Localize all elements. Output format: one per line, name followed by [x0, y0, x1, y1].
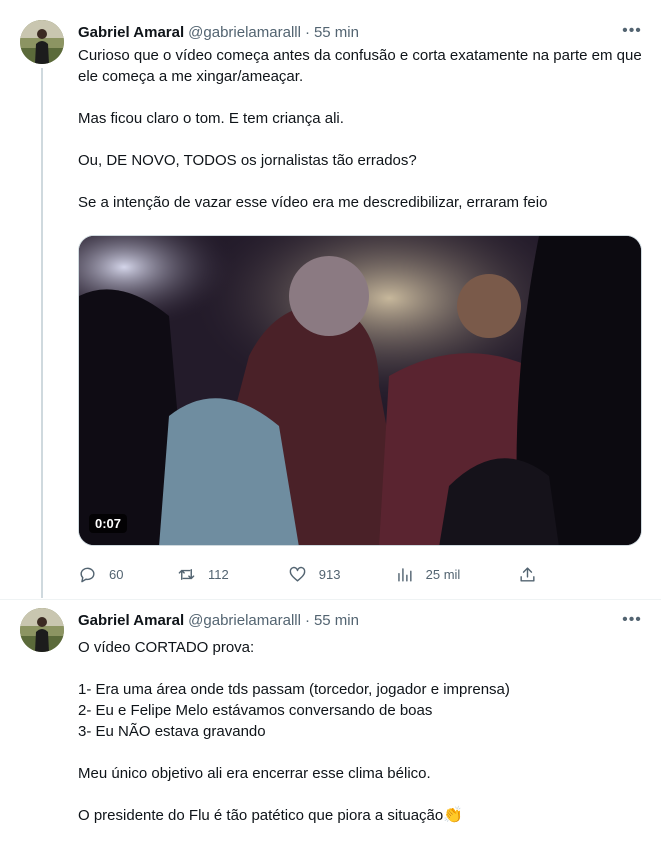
tweet-line: O presidente do Flu é tão patético que p…	[78, 805, 644, 826]
separator: ·	[304, 611, 310, 629]
views-count: 25 mil	[425, 566, 461, 582]
tweet[interactable]: Gabriel Amaral @gabrielamaralll · 55 min…	[0, 0, 661, 600]
author-name[interactable]: Gabriel Amaral	[78, 612, 184, 629]
reply-count: 60	[109, 566, 124, 582]
retweet-icon	[178, 568, 195, 580]
more-options-icon[interactable]: •••	[621, 20, 643, 42]
author-handle[interactable]: @gabrielamaralll	[188, 612, 301, 629]
video-duration: 0:07	[89, 514, 128, 533]
timestamp[interactable]: 55 min	[314, 612, 359, 629]
separator: ·	[304, 23, 310, 41]
heart-icon	[289, 566, 306, 582]
tweet-header: Gabriel Amaral @gabrielamaralll · 55 min	[78, 21, 359, 43]
views-icon	[397, 567, 412, 582]
views-button[interactable]: 25 mil	[395, 565, 519, 584]
tweet-paragraph: Curioso que o vídeo começa antes da conf…	[78, 47, 642, 85]
avatar[interactable]	[20, 20, 64, 64]
retweet-button[interactable]: 112	[177, 565, 288, 584]
tweet-paragraph: Se a intenção de vazar esse vídeo era me…	[78, 194, 548, 211]
tweet-header: Gabriel Amaral @gabrielamaralll · 55 min	[78, 609, 359, 631]
tweet-line: O vídeo CORTADO prova:	[78, 639, 255, 656]
reply-icon	[80, 567, 95, 582]
tweet-actions: 60 112 913 25 mil	[78, 560, 548, 588]
author-handle[interactable]: @gabrielamaralll	[188, 24, 301, 41]
tweet-line: 3- Eu NÃO estava gravando	[78, 723, 266, 740]
reply-button[interactable]: 60	[78, 565, 177, 584]
avatar[interactable]	[20, 608, 64, 652]
video-player[interactable]: 0:07	[78, 235, 642, 546]
clapping-hands-emoji: 👏	[443, 807, 464, 824]
tweet-line-text: O presidente do Flu é tão patético que p…	[78, 807, 444, 824]
share-button[interactable]	[518, 565, 548, 584]
tweet-text: O vídeo CORTADO prova: 1- Era uma área o…	[78, 637, 644, 826]
like-count: 913	[318, 566, 341, 582]
timestamp[interactable]: 55 min	[314, 24, 359, 41]
more-options-icon[interactable]: •••	[621, 609, 643, 631]
tweet[interactable]: Gabriel Amaral @gabrielamaralll · 55 min…	[0, 600, 661, 842]
tweet-line: Meu único objetivo ali era encerrar esse…	[78, 765, 431, 782]
tweet-line: 2- Eu e Felipe Melo estávamos conversand…	[78, 702, 433, 719]
tweet-paragraph: Ou, DE NOVO, TODOS os jornalistas tão er…	[78, 152, 417, 169]
author-name[interactable]: Gabriel Amaral	[78, 24, 184, 41]
tweet-paragraph: Mas ficou claro o tom. E tem criança ali…	[78, 110, 344, 127]
tweet-line: 1- Era uma área onde tds passam (torcedo…	[78, 681, 510, 698]
share-icon	[520, 566, 535, 582]
like-button[interactable]: 913	[288, 565, 395, 584]
tweet-text: Curioso que o vídeo começa antes da conf…	[78, 45, 644, 213]
retweet-count: 112	[207, 566, 229, 582]
video-thumbnail	[79, 236, 641, 545]
